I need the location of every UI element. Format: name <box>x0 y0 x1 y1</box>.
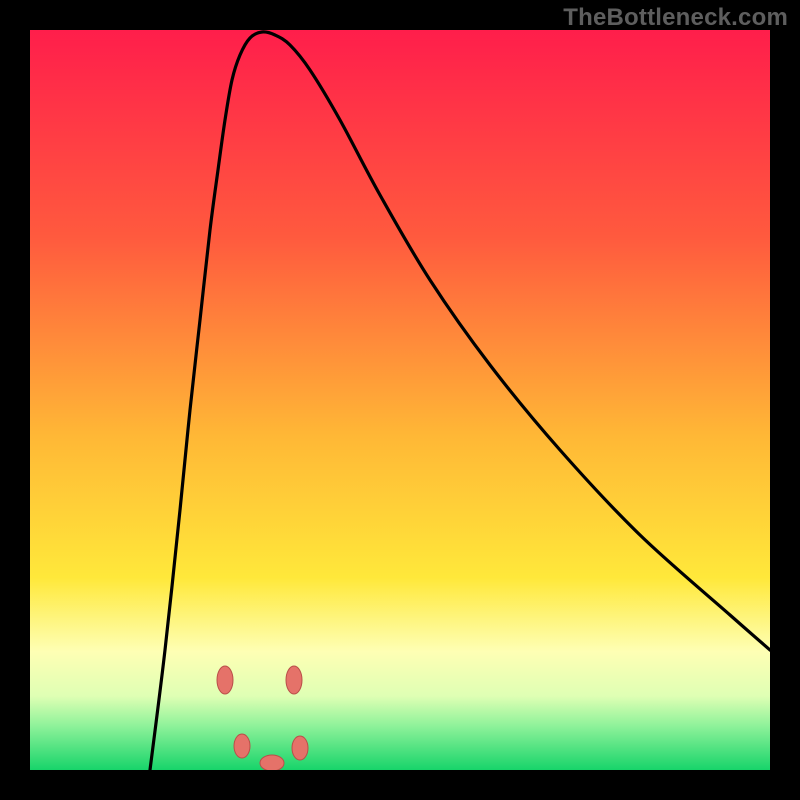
watermark-text: TheBottleneck.com <box>563 4 788 32</box>
curve-marker <box>217 666 233 694</box>
curve-marker <box>292 736 308 760</box>
curve-layer <box>30 30 770 770</box>
curve-marker <box>260 755 284 770</box>
curve-markers <box>217 666 308 770</box>
curve-marker <box>234 734 250 758</box>
plot-frame <box>30 30 770 770</box>
curve-marker <box>286 666 302 694</box>
bottleneck-curve <box>150 32 770 770</box>
